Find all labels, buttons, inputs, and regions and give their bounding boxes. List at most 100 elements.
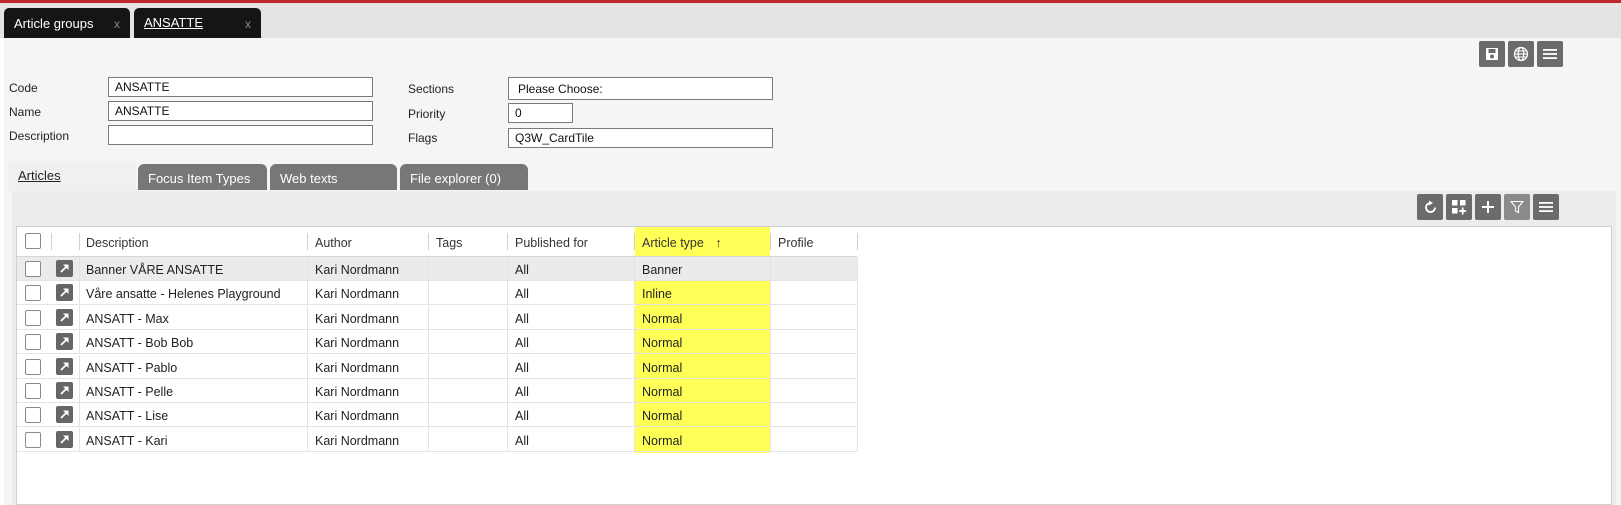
row-checkbox[interactable]: [25, 285, 41, 302]
column-tags[interactable]: Tags: [429, 227, 507, 256]
column-profile[interactable]: Profile: [771, 227, 857, 256]
table-row[interactable]: ANSATT - Pelle Kari Nordmann All Normal: [17, 379, 858, 403]
cell-description: ANSATT - Bob Bob: [86, 336, 194, 351]
open-link-icon[interactable]: [56, 357, 73, 375]
cell-published-for: All: [515, 360, 529, 375]
table-row[interactable]: ANSATT - Kari Kari Nordmann All Normal: [17, 427, 858, 452]
table-row[interactable]: ANSATT - Lise Kari Nordmann All Normal: [17, 403, 858, 428]
open-link-icon[interactable]: [56, 333, 73, 351]
flags-input[interactable]: [508, 128, 773, 148]
description-label: Description: [9, 129, 70, 143]
grid-menu-icon[interactable]: [1533, 194, 1559, 220]
tab-close-button[interactable]: x: [114, 17, 120, 31]
code-input[interactable]: [108, 77, 373, 97]
add-grid-icon[interactable]: [1446, 194, 1472, 220]
cell-published-for: All: [515, 311, 529, 326]
open-link-icon[interactable]: [56, 406, 73, 424]
description-input[interactable]: [108, 125, 373, 145]
table-header: Description Author Tags Published for Ar…: [17, 227, 858, 257]
cell-profile: [771, 257, 857, 281]
code-label: Code: [9, 81, 38, 95]
priority-input[interactable]: [508, 103, 573, 123]
table-row[interactable]: ANSATT - Max Kari Nordmann All Normal: [17, 305, 858, 330]
cell-divider: [857, 330, 858, 355]
tab-article-groups[interactable]: Article groups x: [4, 8, 130, 38]
column-article-type-label: Article type: [642, 236, 704, 250]
cell-article-type: Normal: [642, 336, 683, 351]
cell-article-type: Normal: [642, 360, 683, 375]
open-link-icon[interactable]: [56, 284, 73, 302]
tab-file-explorer-label: File explorer (0): [410, 171, 502, 186]
cell-author: Kari Nordmann: [315, 263, 400, 277]
cell-tags: [429, 306, 507, 330]
plus-icon[interactable]: [1475, 194, 1501, 220]
tab-articles[interactable]: Articles: [8, 161, 136, 191]
cell-tags: [429, 403, 507, 427]
cell-article-type: Normal: [642, 311, 683, 326]
cell-published-for: All: [515, 409, 529, 424]
row-checkbox[interactable]: [25, 383, 41, 399]
refresh-icon[interactable]: [1417, 194, 1443, 220]
cell-description: ANSATT - Pablo: [86, 360, 178, 375]
column-separator: [51, 233, 52, 250]
globe-icon[interactable]: [1508, 41, 1534, 67]
tab-articles-label: Articles: [18, 168, 61, 183]
row-checkbox[interactable]: [25, 261, 41, 277]
flags-label: Flags: [408, 131, 438, 145]
cell-tags: [429, 257, 507, 281]
tab-ansatte[interactable]: ANSATTE x: [134, 8, 261, 38]
row-checkbox[interactable]: [25, 431, 41, 448]
cell-divider: [857, 379, 858, 403]
table-row[interactable]: Våre ansatte - Helenes Playground Kari N…: [17, 281, 858, 306]
tab-close-button[interactable]: x: [245, 17, 251, 31]
column-description[interactable]: Description: [79, 227, 307, 256]
save-icon[interactable]: [1479, 41, 1505, 67]
tab-file-explorer[interactable]: File explorer (0): [400, 164, 528, 190]
menu-icon[interactable]: [1537, 41, 1563, 67]
tab-label: ANSATTE: [144, 15, 203, 30]
tab-web-texts[interactable]: Web texts: [270, 164, 397, 190]
cell-description: ANSATT - Pelle: [86, 385, 174, 399]
row-checkbox[interactable]: [25, 358, 41, 375]
cell-author: Kari Nordmann: [315, 360, 400, 375]
row-checkbox[interactable]: [25, 334, 41, 351]
row-checkbox[interactable]: [25, 309, 41, 326]
cell-divider: [857, 403, 858, 428]
row-checkbox[interactable]: [25, 407, 41, 424]
cell-divider: [857, 305, 858, 330]
sections-select[interactable]: Please Choose:: [508, 77, 773, 100]
cell-profile: [771, 379, 857, 403]
cell-tags: [429, 330, 507, 354]
cell-description: ANSATT - Kari: [86, 433, 168, 448]
column-author[interactable]: Author: [308, 227, 428, 256]
cell-article-type: Normal: [642, 385, 683, 399]
table-row[interactable]: ANSATT - Bob Bob Kari Nordmann All Norma…: [17, 330, 858, 355]
filter-icon[interactable]: [1504, 194, 1530, 220]
cell-tags: [429, 379, 507, 403]
open-link-icon[interactable]: [56, 260, 73, 277]
articles-grid-area: Description Author Tags Published for Ar…: [12, 191, 1616, 505]
cell-author: Kari Nordmann: [315, 433, 400, 448]
cell-article-type: Normal: [642, 409, 683, 424]
priority-label: Priority: [408, 107, 446, 121]
name-input[interactable]: [108, 101, 373, 121]
table-row[interactable]: ANSATT - Pablo Kari Nordmann All Normal: [17, 354, 858, 379]
cell-tags: [429, 355, 507, 379]
column-published-for[interactable]: Published for: [508, 227, 635, 256]
tab-focus-item-types[interactable]: Focus Item Types: [138, 164, 267, 190]
table-row[interactable]: Banner VÅRE ANSATTE Kari Nordmann All Ba…: [17, 257, 858, 281]
column-article-type[interactable]: Article type ↑: [635, 227, 770, 256]
open-link-icon[interactable]: [56, 430, 73, 448]
open-link-icon[interactable]: [56, 308, 73, 326]
cell-author: Kari Nordmann: [315, 311, 400, 326]
cell-tags: [429, 428, 507, 452]
cell-author: Kari Nordmann: [315, 409, 400, 424]
open-link-icon[interactable]: [56, 382, 73, 399]
cell-description: Våre ansatte - Helenes Playground: [86, 287, 281, 302]
sections-label: Sections: [408, 82, 455, 96]
cell-article-type: Banner: [642, 263, 683, 277]
select-all-checkbox[interactable]: [25, 233, 41, 249]
cell-profile: [771, 403, 857, 427]
cell-published-for: All: [515, 385, 529, 399]
cell-description: Banner VÅRE ANSATTE: [86, 263, 224, 277]
